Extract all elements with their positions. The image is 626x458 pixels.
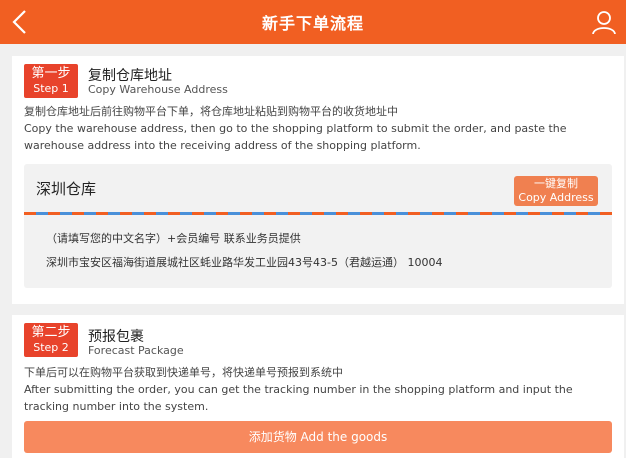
step2-card: 第二步 Step 2 预报包裹 Forecast Package 下单后可以在购… <box>12 315 624 458</box>
step2-badge-cn: 第二步 <box>31 325 71 340</box>
page-title: 新手下单流程 <box>261 14 364 33</box>
step1-badge-en: Step 1 <box>33 82 69 95</box>
warehouse-name: 深圳仓库 <box>36 180 97 198</box>
step2-title: 预报包裹 <box>88 329 144 345</box>
chevron-left-icon[interactable] <box>10 9 32 35</box>
warehouse-note: （请填写您的中文名字）+会员编号 联系业务员提供 <box>46 232 301 245</box>
step1-card: 第一步 Step 1 复制仓库地址 Copy Warehouse Address… <box>12 56 624 304</box>
dashed-divider <box>24 212 612 215</box>
warehouse-address: 深圳市宝安区福海街道展城社区蚝业路华发工业园43号43-5（君越运通） 1000… <box>46 256 443 269</box>
step1-badge-cn: 第一步 <box>31 66 71 81</box>
user-icon[interactable] <box>592 10 616 34</box>
header-bar: 新手下单流程 <box>0 0 626 44</box>
copy-address-button[interactable]: 一键复制 Copy Address <box>514 176 598 206</box>
step1-title: 复制仓库地址 <box>88 68 172 84</box>
step1-desc-cn: 复制仓库地址后前往购物平台下单，将仓库地址粘贴到购物平台的收货地址中 <box>24 105 398 118</box>
step2-desc-en: After submitting the order, you can get … <box>24 383 573 413</box>
step2-subtitle: Forecast Package <box>88 344 184 357</box>
step1-subtitle: Copy Warehouse Address <box>88 83 228 96</box>
step1-desc-en: Copy the warehouse address, then go to t… <box>24 122 567 152</box>
step2-desc-cn: 下单后可以在购物平台获取到快递单号，将快递单号预报到系统中 <box>24 366 343 379</box>
copy-address-label-cn: 一键复制 <box>534 177 578 190</box>
warehouse-box: 深圳仓库 一键复制 Copy Address （请填写您的中文名字）+会员编号 … <box>24 164 612 288</box>
add-goods-button[interactable]: 添加货物 Add the goods <box>24 421 612 453</box>
step2-badge-en: Step 2 <box>33 341 69 354</box>
step2-badge: 第二步 Step 2 <box>24 323 78 357</box>
step1-badge: 第一步 Step 1 <box>24 64 78 98</box>
copy-address-label-en: Copy Address <box>518 191 594 204</box>
